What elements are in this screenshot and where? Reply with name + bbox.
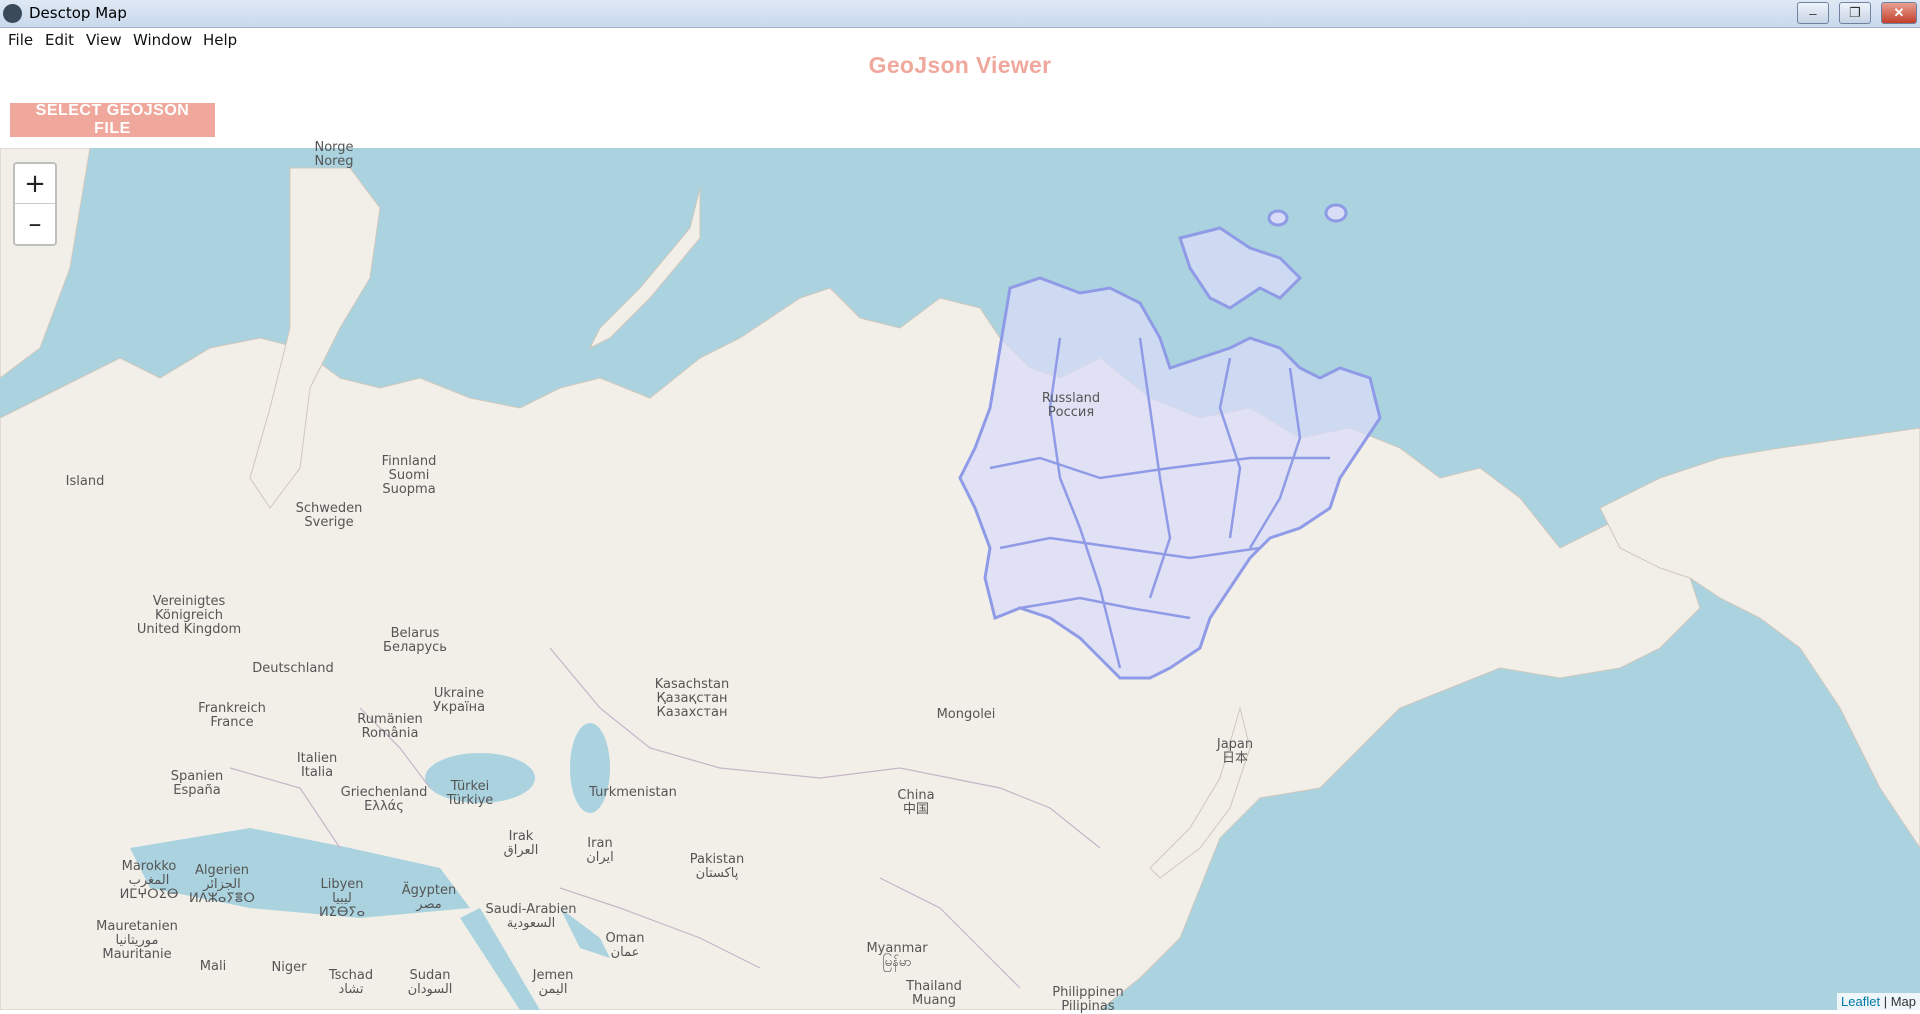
map-attribution: Leaflet | Map bbox=[1837, 993, 1920, 1010]
map-label: UkraineУкраїна bbox=[433, 687, 485, 715]
map-label: Island bbox=[66, 475, 105, 489]
map-label: Mongolei bbox=[937, 708, 996, 722]
map-label: FrankreichFrance bbox=[198, 702, 266, 730]
map-label: ItalienItalia bbox=[297, 752, 337, 780]
map-label: BelarusБеларусь bbox=[383, 627, 447, 655]
map-label: SchwedenSverige bbox=[296, 502, 363, 530]
map-label: MauretanienموريتانياMauritanie bbox=[96, 920, 178, 962]
map-label: Deutschland bbox=[252, 662, 334, 676]
map-label: RumänienRomânia bbox=[357, 713, 422, 741]
map-label: Sudanالسودان bbox=[408, 969, 453, 997]
map-label: VereinigtesKönigreichUnited Kingdom bbox=[137, 595, 241, 637]
map-label: China中国 bbox=[897, 789, 934, 817]
restore-button[interactable]: ❐ bbox=[1839, 2, 1871, 24]
page-title: GeoJson Viewer bbox=[0, 52, 1920, 79]
map-label: GriechenlandΕλλάς bbox=[341, 786, 428, 814]
map-tiles bbox=[0, 148, 1920, 1010]
title-bar: Desctop Map – ❐ ✕ bbox=[0, 0, 1920, 28]
map-label: Algerienالجزائرⵍⴷⵣⴰⵢⴻⵔ bbox=[189, 864, 255, 906]
menu-help[interactable]: Help bbox=[203, 31, 237, 49]
map-label: Pakistanپاکستان bbox=[690, 853, 744, 881]
map-label: Libyenليبياⵍⵉⴱⵢⴰ bbox=[319, 878, 365, 920]
map-label: Irakالعراق bbox=[504, 830, 539, 858]
zoom-in-button[interactable]: + bbox=[15, 164, 55, 204]
select-geojson-button[interactable]: SELECT GEOJSON FILE bbox=[10, 103, 215, 137]
map-label: RusslandРоссия bbox=[1042, 392, 1100, 420]
geojson-island-small bbox=[1269, 211, 1287, 225]
leaflet-link[interactable]: Leaflet bbox=[1841, 994, 1880, 1009]
map-label: SpanienEspaña bbox=[171, 770, 224, 798]
menu-edit[interactable]: Edit bbox=[45, 31, 74, 49]
menu-view[interactable]: View bbox=[86, 31, 122, 49]
map-label: NorgeNoreg bbox=[314, 141, 353, 169]
app-icon bbox=[3, 4, 22, 23]
landmass-novaya-zemlya bbox=[590, 188, 700, 348]
map-label: ThailandMuang bbox=[906, 980, 962, 1008]
map-label: Mali bbox=[200, 960, 226, 974]
attribution-text: Map bbox=[1891, 994, 1916, 1009]
map-label: Iranایران bbox=[586, 837, 614, 865]
map-label: Niger bbox=[272, 961, 307, 975]
map-label: Omanعمان bbox=[605, 932, 644, 960]
map-label: Tschadتشاد bbox=[329, 969, 373, 997]
geojson-islands bbox=[1180, 228, 1300, 308]
map-label: FinnlandSuomiSuopma bbox=[382, 455, 437, 497]
map-view[interactable] bbox=[0, 148, 1920, 1010]
zoom-out-button[interactable]: – bbox=[15, 204, 55, 243]
attribution-separator: | bbox=[1880, 994, 1891, 1009]
menu-window[interactable]: Window bbox=[133, 31, 192, 49]
zoom-control: + – bbox=[13, 162, 57, 246]
menu-file[interactable]: File bbox=[8, 31, 33, 49]
window-title: Desctop Map bbox=[29, 4, 127, 22]
map-label: Marokkoالمغربⵍⵎⵖⵔⵉⴱ bbox=[120, 860, 179, 902]
minimize-button[interactable]: – bbox=[1797, 2, 1829, 24]
map-label: KasachstanҚазақстанКазахстан bbox=[655, 678, 729, 720]
map-label: Jemenاليمن bbox=[533, 969, 574, 997]
geojson-island-small-2 bbox=[1326, 205, 1346, 221]
map-label: Japan日本 bbox=[1217, 738, 1253, 766]
menu-bar: File Edit View Window Help bbox=[0, 28, 1920, 52]
map-label: Saudi-Arabienالسعودية bbox=[485, 903, 576, 931]
close-button[interactable]: ✕ bbox=[1881, 2, 1917, 24]
map-label: Myanmarမြန်မာ bbox=[866, 942, 927, 970]
map-label: Turkmenistan bbox=[589, 786, 677, 800]
map-label: Ägyptenمصر bbox=[402, 884, 456, 912]
map-label: TürkeiTürkiye bbox=[447, 780, 494, 808]
